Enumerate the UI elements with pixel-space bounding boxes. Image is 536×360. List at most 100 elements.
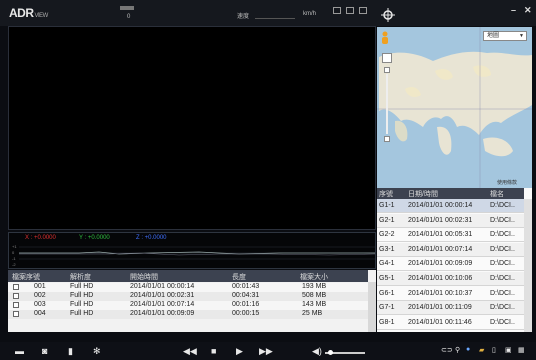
zoom-slider[interactable] [386, 74, 388, 134]
map-type-select[interactable]: 地圖 ▼ [483, 31, 527, 41]
file-start-time: 2014/01/01 00:07:14 [130, 301, 195, 308]
map-pan-control[interactable] [382, 53, 392, 63]
file-checkbox[interactable] [13, 293, 19, 299]
volume-slider-handle[interactable] [328, 350, 333, 355]
event-file: D:\DCI.. [490, 245, 515, 253]
event-list: 序號 日期/時間 檔名 G1-1 2014/01/01 00:00:14 D:\DC… [377, 188, 532, 332]
link-icon[interactable]: ⊂⊃ [441, 346, 453, 354]
file-row[interactable]: 003 Full HD 2014/01/01 00:07:14 00:01:16 143… [8, 301, 368, 310]
event-file: D:\DCI.. [490, 260, 515, 268]
video-player[interactable] [8, 26, 376, 230]
logo-sub: VIEW [34, 13, 49, 19]
play-icon[interactable]: ▶ [236, 346, 243, 357]
lock-icon[interactable]: ▣ [505, 346, 512, 354]
stop-icon[interactable]: ■ [211, 346, 216, 356]
event-id: G6-1 [379, 289, 395, 297]
event-id: G2-1 [379, 216, 395, 224]
rewind-icon[interactable]: ◀◀ [183, 346, 197, 357]
event-list-header: 序號 日期/時間 檔名 [377, 188, 524, 199]
file-length: 00:04:31 [232, 292, 260, 299]
file-length: 00:01:16 [232, 301, 260, 308]
scale-label: +1 [12, 244, 17, 249]
event-time: 2014/01/01 00:10:37 [408, 289, 473, 297]
event-row[interactable]: G7-1 2014/01/01 00:11:09 D:\DCI.. [377, 301, 524, 316]
col-resolution[interactable]: 解析度 [70, 272, 91, 282]
file-row[interactable]: 002 Full HD 2014/01/01 00:02:31 00:04:31 508… [8, 292, 368, 301]
fast-forward-icon[interactable]: ▶▶ [259, 346, 273, 357]
event-file: D:\DCI.. [490, 216, 515, 224]
battery-icon[interactable]: ▯ [492, 346, 496, 354]
col-length[interactable]: 長度 [232, 272, 246, 282]
event-row[interactable]: G6-1 2014/01/01 00:10:37 D:\DCI.. [377, 286, 524, 301]
gps-target-icon[interactable] [381, 8, 395, 22]
event-time: 2014/01/01 00:11:46 [408, 318, 472, 326]
open-folder-icon[interactable]: ▬ [15, 346, 24, 356]
col-file-no[interactable]: 檔案序號 [12, 272, 40, 282]
display-icon[interactable]: ▦ [518, 346, 525, 354]
view-mode-3-button[interactable] [359, 7, 367, 14]
event-row[interactable]: G4-1 2014/01/01 00:09:09 D:\DCI.. [377, 257, 524, 272]
col-size[interactable]: 檔案大小 [300, 272, 328, 282]
event-list-scrollbar[interactable] [524, 199, 532, 332]
file-checkbox[interactable] [13, 284, 19, 290]
event-row[interactable]: G2-1 2014/01/01 00:02:31 D:\DCI.. [377, 213, 524, 228]
close-button[interactable]: ✕ [524, 5, 532, 16]
col-datetime[interactable]: 日期/時間 [408, 189, 438, 199]
view-mode-1-button[interactable] [333, 7, 341, 14]
trash-icon[interactable]: ▮ [68, 346, 73, 357]
col-event-id[interactable]: 序號 [379, 189, 393, 199]
event-file: D:\DCI.. [490, 202, 515, 209]
file-list-header: 檔案序號 解析度 開始時間 長度 檔案大小 [8, 270, 368, 282]
file-row[interactable]: 001 Full HD 2014/01/01 00:00:14 00:01:43 193… [8, 283, 368, 292]
world-map [377, 27, 532, 188]
event-file: D:\DCI.. [490, 304, 515, 312]
file-length: 00:00:15 [232, 310, 260, 317]
event-row[interactable]: G3-1 2014/01/01 00:07:14 D:\DCI.. [377, 242, 524, 257]
camera-icon[interactable]: ◙ [42, 346, 47, 356]
file-no: 004 [34, 310, 46, 317]
speed-label: 速度 [237, 14, 250, 20]
network-icon[interactable]: ⚲ [455, 346, 460, 354]
map-view[interactable]: 地圖 ▼ 使用條款 [377, 27, 532, 188]
event-time: 2014/01/01 00:05:31 [408, 231, 473, 239]
event-time: 2014/01/01 00:07:14 [408, 245, 473, 253]
map-terms-link[interactable]: 使用條款 [497, 179, 517, 186]
zoom-out-button[interactable] [384, 136, 390, 142]
volume-icon[interactable]: ◀) [312, 346, 322, 357]
scale-label: -1 [12, 256, 16, 261]
g-sensor-trace [19, 246, 375, 260]
file-list-scrollbar[interactable] [368, 282, 376, 332]
file-no: 001 [34, 283, 46, 290]
g-sensor-graph: X : +0.0000 Y : +0.0000 Z : +0.0000 +1 0… [8, 232, 376, 269]
col-start-time[interactable]: 開始時間 [130, 272, 158, 282]
file-checkbox[interactable] [13, 302, 19, 308]
y-readout: Y : +0.0000 [79, 235, 110, 241]
event-row[interactable]: G8-1 2014/01/01 00:11:46 D:\DCI.. [377, 315, 524, 330]
file-row[interactable]: 004 Full HD 2014/01/01 00:09:09 00:00:15 25 … [8, 310, 368, 319]
event-time: 2014/01/01 00:11:09 [408, 304, 472, 312]
chevron-down-icon: ▼ [519, 33, 524, 39]
file-no: 003 [34, 301, 46, 308]
globe-icon[interactable]: ● [466, 346, 470, 353]
file-no: 002 [34, 292, 46, 299]
file-checkbox[interactable] [13, 311, 19, 317]
minimize-button[interactable]: – [511, 5, 516, 15]
file-resolution: Full HD [70, 292, 94, 299]
settings-gear-icon[interactable]: ✻ [93, 346, 101, 357]
file-length: 00:01:43 [232, 283, 260, 290]
event-row[interactable]: G2-2 2014/01/01 00:05:31 D:\DCI.. [377, 228, 524, 243]
file-resolution: Full HD [70, 301, 94, 308]
event-row[interactable]: G5-1 2014/01/01 00:10:06 D:\DCI.. [377, 272, 524, 286]
col-filename[interactable]: 檔名 [490, 189, 504, 199]
event-id: G8-1 [379, 318, 395, 326]
event-id: G1-1 [379, 202, 395, 209]
app-logo: ADRVIEW [9, 6, 48, 20]
event-file: D:\DCI.. [490, 231, 515, 239]
view-mode-2-button[interactable] [346, 7, 354, 14]
logo-text: ADR [9, 6, 34, 20]
file-start-time: 2014/01/01 00:02:31 [130, 292, 195, 299]
street-view-pegman-icon[interactable] [380, 31, 390, 47]
folder-icon[interactable]: ▰ [479, 346, 484, 354]
zoom-in-button[interactable] [384, 67, 390, 73]
event-row[interactable]: G1-1 2014/01/01 00:00:14 D:\DCI.. [377, 199, 524, 213]
